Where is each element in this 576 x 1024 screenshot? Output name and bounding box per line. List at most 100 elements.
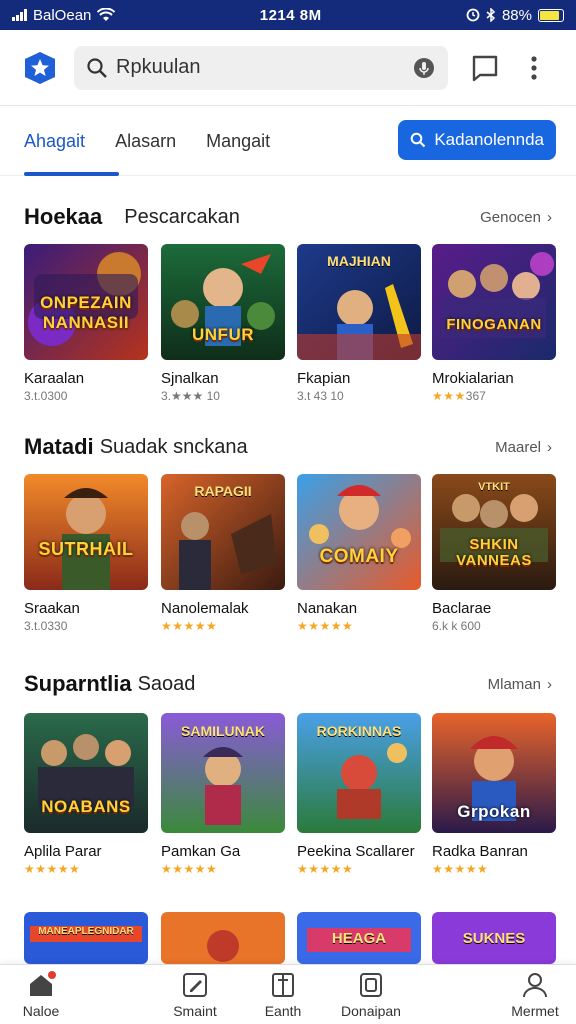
- section-see-more-link[interactable]: Maarel ›: [495, 439, 552, 456]
- search-input[interactable]: [116, 56, 412, 79]
- game-thumbnail: FINOGANAN: [432, 244, 556, 360]
- game-card[interactable]: Grpokan Radka Banran ★★★★★: [432, 713, 556, 876]
- section-subtitle: Pescarcakan: [124, 205, 240, 228]
- thumbnail-label: Grpokan: [457, 801, 531, 821]
- section-subtitle: Suadak snckana: [99, 435, 248, 458]
- app-logo-star-icon[interactable]: [22, 50, 58, 86]
- game-thumbnail[interactable]: HEAGA: [297, 912, 421, 964]
- thumbnail-sublabel: VTKIT: [478, 480, 510, 493]
- game-card[interactable]: FINOGANAN Mrokialarian ★★★367: [432, 244, 556, 403]
- section-see-more-link[interactable]: Genocen ›: [480, 209, 552, 226]
- game-thumbnail: MAJHIAN: [297, 244, 421, 360]
- game-meta: 3.t 43 10: [297, 389, 344, 403]
- game-meta: ★★★★★: [24, 862, 81, 876]
- nav-label: Donaipan: [341, 1003, 401, 1019]
- tab-1[interactable]: Alasarn: [115, 106, 176, 176]
- search-icon: [87, 57, 107, 78]
- chat-icon[interactable]: [470, 53, 500, 83]
- game-card[interactable]: SUTRHAIL Sraakan 3.t.0330: [24, 474, 148, 633]
- mic-icon[interactable]: [412, 56, 436, 80]
- chevron-right-icon: ›: [547, 208, 552, 226]
- thumbnail-label: SUKNES: [462, 930, 526, 947]
- game-title: Radka Banran: [432, 843, 528, 860]
- thumbnail-label: NOABANS: [41, 797, 131, 816]
- section-see-more-link[interactable]: Mlaman ›: [488, 676, 552, 693]
- thumbnail-label: RAPAGII: [194, 483, 252, 500]
- edit-icon: [183, 973, 207, 997]
- book-icon: [272, 973, 294, 997]
- thumbnail-label: SHKIN VANNEAS: [456, 535, 532, 569]
- thumbnail-label: FINOGANAN: [446, 315, 542, 333]
- game-thumbnail: Grpokan: [432, 713, 556, 833]
- search-action-button[interactable]: Kadanolennda: [398, 120, 556, 160]
- game-thumbnail: SAMILUNAK: [161, 713, 285, 833]
- game-title: Karaalan: [24, 370, 85, 387]
- section-0: Hoekaa Pescarcakan Genocen › ONPEZAIN NAN…: [0, 202, 576, 403]
- search-action-label: Kadanolennda: [434, 130, 544, 149]
- thumbnail-label: SUTRHAIL: [38, 538, 134, 559]
- game-title: Baclarae: [432, 600, 492, 617]
- game-thumbnail: RORKINNAS: [297, 713, 421, 833]
- game-meta: 3.t.0300: [24, 389, 68, 403]
- game-thumbnail[interactable]: SUKNES: [432, 912, 556, 964]
- game-thumbnail: SUTRHAIL: [24, 474, 148, 590]
- nav-label: Mermet: [511, 1003, 559, 1019]
- section-2: Suparntlia Saoad Mlaman › NOABANS Aplila …: [0, 669, 576, 876]
- notification-badge: [46, 969, 58, 981]
- section-title: Hoekaa: [24, 204, 103, 229]
- document-icon: [360, 973, 382, 997]
- game-title: Sraakan: [24, 600, 80, 617]
- game-card[interactable]: SAMILUNAK Pamkan Ga ★★★★★: [161, 713, 285, 876]
- clock: 1214 8M: [259, 6, 322, 24]
- game-thumbnail: RAPAGII: [161, 474, 285, 590]
- tab-0[interactable]: Ahagait: [24, 106, 120, 176]
- game-card[interactable]: RAPAGII Nanolemalak ★★★★★: [161, 474, 285, 633]
- game-card[interactable]: NOABANS Aplila Parar ★★★★★: [24, 713, 148, 876]
- battery-percent: 88%: [501, 6, 532, 24]
- search-bar[interactable]: [74, 45, 448, 90]
- game-meta: ★★★★★: [161, 619, 218, 633]
- game-card[interactable]: VTKIT SHKIN VANNEAS Baclarae 6.k k 600: [432, 474, 556, 633]
- game-card[interactable]: COMAIY Nanakan ★★★★★: [297, 474, 421, 633]
- chevron-right-icon: ›: [547, 675, 552, 693]
- game-thumbnail: COMAIY: [297, 474, 421, 590]
- section-1: Matadi Suadak snckana Maarel › SUTRHAIL S…: [0, 432, 576, 633]
- game-title: Nanolemalak: [161, 600, 249, 617]
- nav-item-2[interactable]: Eanth: [238, 971, 328, 1019]
- chevron-right-icon: ›: [547, 438, 552, 456]
- bottom-nav: Naloe Smaint Eanth Donaipan Mermet: [0, 964, 576, 1024]
- signal-icon: [12, 9, 27, 21]
- section-subtitle: Saoad: [137, 672, 196, 695]
- thumbnail-label: UNFUR: [192, 325, 254, 345]
- thumbnail-label: SAMILUNAK: [181, 722, 265, 739]
- status-bar: BalOean 1214 8M 88%: [0, 0, 576, 30]
- tab-2[interactable]: Mangait: [206, 106, 270, 176]
- tab-bar: Ahagait Alasarn Mangait Kadanolennda: [0, 106, 576, 176]
- game-meta: 3.★★★ 10: [161, 389, 220, 403]
- game-meta: ★★★★★: [432, 862, 489, 876]
- nav-item-4[interactable]: Mermet: [490, 971, 576, 1019]
- game-thumbnail[interactable]: MANEAPLEGNIDAR: [24, 912, 148, 964]
- alarm-icon: [466, 8, 480, 22]
- game-card[interactable]: MAJHIAN Fkapian 3.t 43 10: [297, 244, 421, 403]
- game-card[interactable]: UNFUR Sjnalkan 3.★★★ 10: [161, 244, 285, 403]
- more-vert-icon[interactable]: [522, 53, 546, 83]
- thumbnail-label: MANEAPLEGNIDAR: [38, 926, 134, 937]
- battery-icon: [538, 8, 564, 22]
- game-thumbnail[interactable]: [161, 912, 285, 964]
- game-card[interactable]: ONPEZAIN NANNASII Karaalan 3.t.0300: [24, 244, 148, 403]
- game-title: Pamkan Ga: [161, 843, 241, 860]
- nav-item-3[interactable]: Donaipan: [326, 971, 416, 1019]
- game-card[interactable]: RORKINNAS Peekina Scallarer ★★★★★: [297, 713, 421, 876]
- app-bar: [0, 30, 576, 106]
- nav-item-1[interactable]: Smaint: [150, 971, 240, 1019]
- thumbnail-label: MAJHIAN: [327, 253, 391, 270]
- nav-item-0[interactable]: Naloe: [0, 969, 86, 1019]
- game-thumbnail: ONPEZAIN NANNASII: [24, 244, 148, 360]
- nav-label: Eanth: [264, 1003, 302, 1019]
- section-title: Suparntlia: [24, 671, 132, 696]
- nav-label: Smaint: [173, 1003, 217, 1019]
- game-meta: ★★★★★: [161, 862, 218, 876]
- nav-label: Naloe: [22, 1003, 60, 1019]
- game-title: Sjnalkan: [161, 370, 219, 387]
